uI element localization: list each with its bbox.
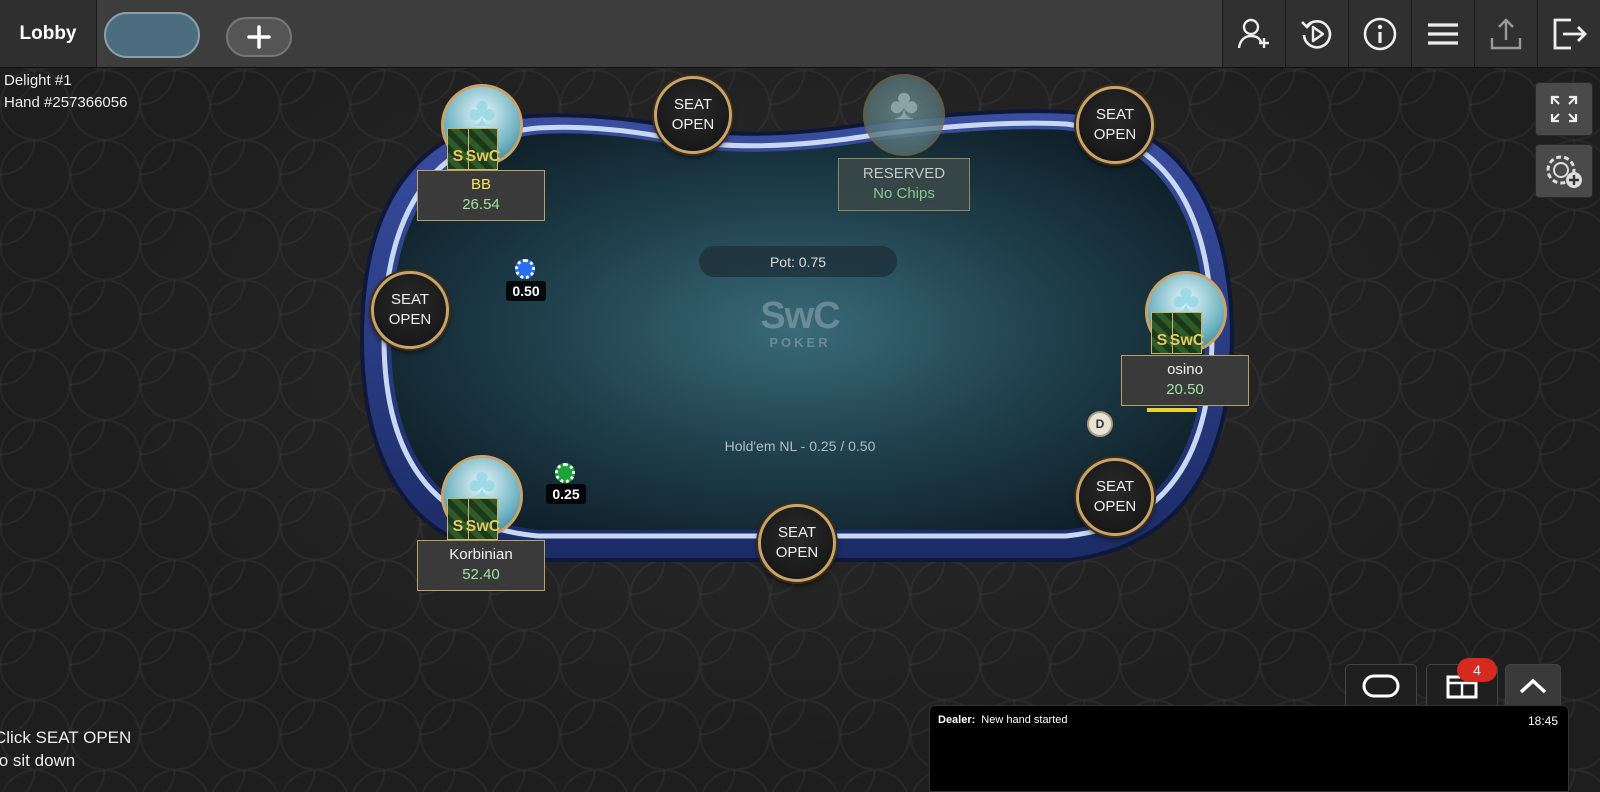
player-bb-card-2: SwC [466, 128, 500, 170]
seat-label: SEAT [673, 96, 713, 113]
club-icon: ♣ [889, 80, 919, 129]
player-korbinian-card-2: SwC [466, 498, 500, 540]
player-korbinian-nameplate[interactable]: Korbinian 52.40 [417, 540, 545, 591]
reserved-seat-avatar: ♣ [863, 74, 945, 156]
bet-amount-korbinian: 0.25 [546, 484, 586, 504]
logo-subtext: POKER [769, 335, 831, 350]
bet-chip-bb [515, 259, 535, 279]
seat-label: OPEN [1093, 126, 1137, 143]
seat-open-left[interactable]: SEAT OPEN [371, 271, 449, 349]
chevron-up-icon [1519, 678, 1547, 693]
player-osino-nameplate[interactable]: osino 20.50 [1121, 355, 1249, 406]
seat-label: OPEN [775, 544, 819, 561]
bet-chip-korbinian [555, 463, 575, 483]
seat-open-bottom[interactable]: SEAT OPEN [758, 504, 836, 582]
expand-chat-button[interactable] [1505, 664, 1561, 706]
chat-tab[interactable] [1345, 664, 1417, 706]
player-name: BB [470, 176, 491, 193]
seat-label: SEAT [1095, 106, 1135, 123]
bet-amount-bb: 0.50 [506, 281, 546, 301]
seat-label: OPEN [1093, 498, 1137, 515]
player-name: osino [1167, 361, 1203, 378]
chat-log[interactable]: Dealer: New hand started 18:45 [929, 705, 1569, 792]
seat-label: SEAT [777, 524, 817, 541]
seat-label: OPEN [671, 116, 715, 133]
pot-display: Pot: 0.75 [699, 246, 897, 277]
chat-message: Dealer: New hand started [938, 714, 1068, 726]
chat-timestamp: 18:45 [1527, 714, 1558, 728]
unread-badge: 4 [1457, 658, 1497, 682]
player-osino-card-2: SwC [1170, 312, 1204, 354]
player-chips: 26.54 [462, 196, 500, 213]
logo-text: SwC [760, 295, 840, 337]
seat-label: OPEN [388, 311, 432, 328]
sit-down-hint: Click SEAT OPEN to sit down [0, 726, 131, 772]
game-type-label: Hold'em NL - 0.25 / 0.50 [724, 438, 876, 454]
player-chips: 20.50 [1166, 381, 1204, 398]
player-bb-nameplate[interactable]: BB 26.54 [417, 170, 545, 221]
seat-open-bottom-right[interactable]: SEAT OPEN [1076, 458, 1154, 536]
turn-indicator-bar [1147, 408, 1197, 412]
seat-label: SEAT [1095, 478, 1135, 495]
reserved-seat-plate: RESERVED No Chips [838, 158, 970, 211]
seat-open-top-right[interactable]: SEAT OPEN [1076, 86, 1154, 164]
reserved-label: RESERVED [862, 165, 946, 182]
chat-text: New hand started [981, 714, 1068, 726]
player-chips: 52.40 [462, 566, 500, 583]
chat-bubble-icon [1362, 674, 1400, 697]
chat-sender: Dealer: [938, 714, 976, 726]
seat-label: SEAT [390, 291, 430, 308]
seat-open-top-left[interactable]: SEAT OPEN [654, 76, 732, 154]
reserved-chips: No Chips [873, 185, 935, 202]
hint-line: to sit down [0, 751, 76, 770]
dealer-button: D [1087, 411, 1113, 437]
club-icon: ♣ [468, 88, 496, 135]
hint-line: Click SEAT OPEN [0, 728, 132, 747]
swc-poker-logo: SwC POKER [756, 297, 844, 350]
player-name: Korbinian [449, 546, 513, 563]
